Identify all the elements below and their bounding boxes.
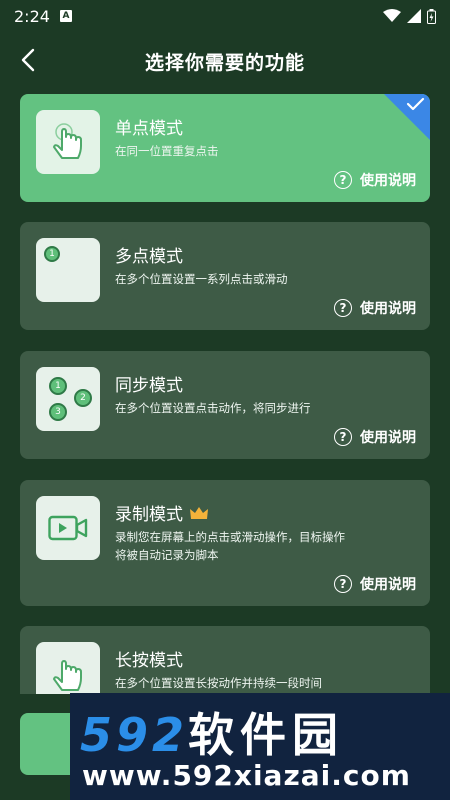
press-hand-icon (53, 660, 82, 691)
help-link[interactable]: ? 使用说明 (334, 574, 416, 594)
watermark-url: www.592xiazai.com (82, 759, 411, 792)
check-icon (406, 97, 425, 111)
mode-card-single[interactable]: 单点模式 在同一位置重复点击 ? 使用说明 (20, 94, 430, 202)
point-marker: 3 (49, 403, 67, 421)
question-icon: ? (334, 299, 352, 317)
mode-name: 单点模式 (115, 119, 183, 139)
multi-point-thumbnail: 1 (36, 238, 100, 302)
mode-card-sync[interactable]: 1 2 3 同步模式 在多个位置设置点击动作，将同步进行 ? 使用说明 (20, 351, 430, 459)
mode-list[interactable]: 单点模式 在同一位置重复点击 ? 使用说明 1 多点模式 在多个位置设置一系列点… (0, 92, 450, 694)
point-marker: 1 (44, 246, 60, 262)
notification-icon: A (59, 10, 72, 22)
mode-card-record[interactable]: 录制模式 录制您在屏幕上的点击或滑动操作，目标操作 将被自动记录为脚本 ? 使用… (20, 480, 430, 606)
top-bar: 选择你需要的功能 (0, 36, 450, 86)
watermark-number: 592 (80, 708, 189, 762)
help-label: 使用说明 (360, 301, 416, 317)
record-thumbnail (36, 496, 100, 560)
mode-name-text: 录制模式 (115, 505, 183, 525)
status-bar: 2:24 A (0, 0, 450, 32)
mode-card-long-press[interactable]: 长按模式 在多个位置设置长按动作并持续一段时间 (20, 626, 430, 694)
point-marker: 1 (49, 377, 67, 395)
single-tap-thumbnail (36, 110, 100, 174)
help-label: 使用说明 (360, 430, 416, 446)
mode-name: 录制模式 (115, 500, 209, 525)
watermark: 592软件园 www.592xiazai.com (70, 693, 450, 800)
question-icon: ? (334, 428, 352, 446)
mode-desc: 在同一位置重复点击 (115, 144, 219, 158)
question-icon: ? (334, 171, 352, 189)
mode-desc: 在多个位置设置一系列点击或滑动 (115, 272, 288, 286)
battery-icon (427, 8, 436, 24)
mode-name: 长按模式 (115, 651, 183, 671)
signal-icon (407, 9, 421, 23)
video-camera-icon (48, 515, 88, 541)
help-label: 使用说明 (360, 173, 416, 189)
mode-desc: 在多个位置设置点击动作，将同步进行 (115, 401, 311, 415)
question-icon: ? (334, 575, 352, 593)
page-title: 选择你需要的功能 (144, 52, 305, 74)
status-time: 2:24 (14, 6, 50, 26)
point-marker: 2 (74, 389, 92, 407)
help-link[interactable]: ? 使用说明 (334, 170, 416, 190)
mode-desc: 录制您在屏幕上的点击或滑动操作，目标操作 将被自动记录为脚本 (115, 528, 405, 564)
mode-desc-line: 录制您在屏幕上的点击或滑动操作，目标操作 (115, 530, 345, 544)
watermark-brand: 软件园 (188, 708, 345, 762)
mode-desc: 在多个位置设置长按动作并持续一段时间 (115, 676, 322, 690)
mode-card-multi[interactable]: 1 多点模式 在多个位置设置一系列点击或滑动 ? 使用说明 (20, 222, 430, 330)
mode-name: 多点模式 (115, 247, 183, 267)
crown-icon (190, 506, 208, 519)
mode-desc-line: 将被自动记录为脚本 (115, 548, 219, 562)
watermark-logo: 592软件园 (80, 699, 344, 765)
tap-hand-icon (53, 123, 82, 159)
mode-name: 同步模式 (115, 376, 183, 396)
long-press-thumbnail (36, 642, 100, 694)
help-link[interactable]: ? 使用说明 (334, 298, 416, 318)
help-label: 使用说明 (360, 577, 416, 593)
sync-thumbnail: 1 2 3 (36, 367, 100, 431)
help-link[interactable]: ? 使用说明 (334, 427, 416, 447)
wifi-icon (383, 9, 401, 22)
